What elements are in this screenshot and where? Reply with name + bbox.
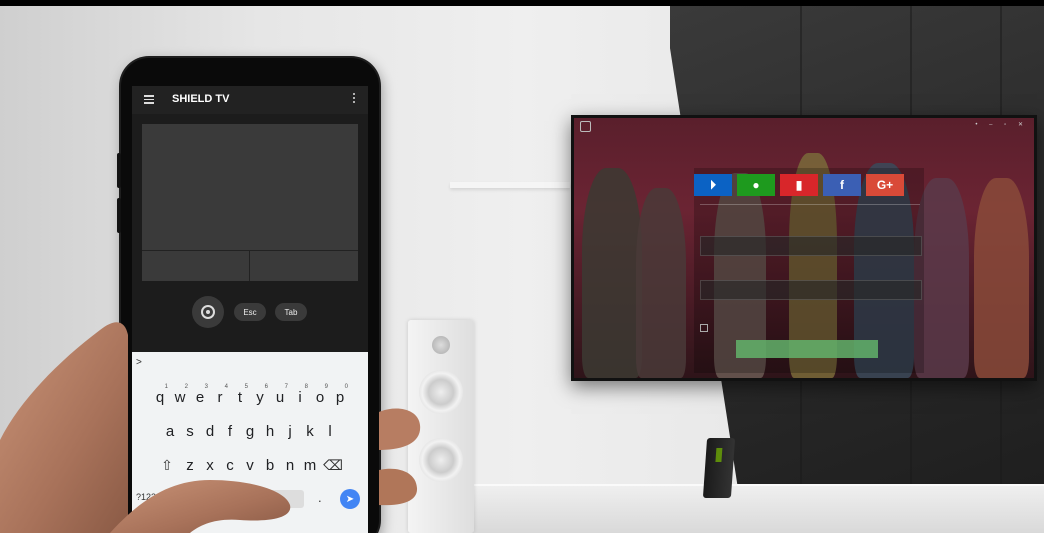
- divider: [700, 204, 920, 205]
- key-d[interactable]: d: [200, 420, 220, 442]
- shift-icon[interactable]: ⇧: [154, 454, 180, 476]
- keyboard-row-3: ⇧ z x c v b n m ⌫: [132, 454, 368, 476]
- phone-screen: SHIELD TV Esc Tab > q1 w2 e3 r 4 t 5 y 6…: [132, 86, 368, 533]
- volume-button: [117, 153, 121, 188]
- social-login-row: ⏵ ● ▮ f G+: [694, 174, 904, 196]
- username-field[interactable]: [700, 236, 922, 256]
- key-k[interactable]: k: [300, 420, 320, 442]
- key-c[interactable]: c: [220, 454, 240, 476]
- key-x[interactable]: x: [200, 454, 220, 476]
- keyboard-bottom-row: ?123 @ . ➤: [132, 488, 368, 514]
- window-controls-icon: • – ▫ ✕: [975, 122, 1028, 128]
- facebook-login-button[interactable]: f: [823, 174, 861, 196]
- app-bar: SHIELD TV: [132, 86, 368, 114]
- touchpad-left-click[interactable]: [142, 250, 250, 281]
- wall-shelf: [450, 182, 570, 188]
- game-character: [636, 188, 686, 378]
- key-h[interactable]: h: [260, 420, 280, 442]
- key-a[interactable]: a: [160, 420, 180, 442]
- speaker-woofer: [419, 438, 463, 482]
- speaker: [408, 320, 474, 533]
- tab-button[interactable]: Tab: [275, 303, 307, 321]
- on-screen-keyboard: > q1 w2 e3 r4 t5 y6 u7 i8 o9 p0 a s d f …: [132, 352, 368, 533]
- key-p[interactable]: p0: [330, 384, 350, 408]
- shield-led: [715, 448, 723, 462]
- keyboard-row-2: a s d f g h j k l: [132, 420, 368, 442]
- suggestion-chevron-icon[interactable]: >: [136, 357, 142, 368]
- key-r[interactable]: r4: [210, 384, 230, 408]
- touchpad[interactable]: [142, 124, 358, 281]
- living-room-scene: • – ▫ ✕ ⏵ ● ▮ f G+ SHIELD TV Esc Tab > q…: [0, 0, 1044, 533]
- more-options-icon[interactable]: [353, 93, 356, 105]
- google-plus-login-button[interactable]: G+: [866, 174, 904, 196]
- app-title: SHIELD TV: [172, 93, 230, 105]
- key-z[interactable]: z: [180, 454, 200, 476]
- key-g[interactable]: g: [240, 420, 260, 442]
- control-row: Esc Tab: [132, 296, 368, 328]
- power-button: [117, 198, 121, 233]
- speaker-tweeter: [432, 336, 450, 354]
- key-m[interactable]: m: [300, 454, 320, 476]
- hamburger-menu-icon[interactable]: [144, 95, 154, 104]
- space-key[interactable]: [220, 490, 304, 508]
- game-character: [582, 168, 642, 378]
- tv-screen: • – ▫ ✕ ⏵ ● ▮ f G+: [574, 118, 1034, 378]
- key-o[interactable]: o9: [310, 384, 330, 408]
- key-b[interactable]: b: [260, 454, 280, 476]
- keyboard-row-1: q1 w2 e3 r4 t5 y6 u7 i8 o9 p0: [132, 384, 368, 408]
- at-key[interactable]: @: [172, 490, 184, 504]
- symbols-key[interactable]: ?123: [136, 492, 156, 502]
- period-key[interactable]: .: [318, 490, 322, 505]
- tv-window-bar: • – ▫ ✕: [574, 118, 1034, 132]
- key-l[interactable]: l: [320, 420, 340, 442]
- sign-in-button[interactable]: [736, 340, 878, 358]
- media-console: [470, 486, 1044, 533]
- television: • – ▫ ✕ ⏵ ● ▮ f G+: [571, 115, 1037, 381]
- send-icon[interactable]: ➤: [340, 489, 360, 509]
- key-u[interactable]: u7: [270, 384, 290, 408]
- remember-checkbox[interactable]: [700, 324, 708, 332]
- esc-button[interactable]: Esc: [234, 303, 266, 321]
- app-icon: [580, 121, 591, 132]
- key-v[interactable]: v: [240, 454, 260, 476]
- xbox-login-button[interactable]: ●: [737, 174, 775, 196]
- game-character: [974, 178, 1029, 378]
- key-n[interactable]: n: [280, 454, 300, 476]
- gamepad-button[interactable]: [192, 296, 224, 328]
- key-y[interactable]: y6: [250, 384, 270, 408]
- touchpad-right-click[interactable]: [250, 250, 358, 281]
- phone: SHIELD TV Esc Tab > q1 w2 e3 r 4 t 5 y 6…: [117, 58, 379, 533]
- palm: [0, 322, 128, 533]
- key-w[interactable]: w2: [170, 384, 190, 408]
- key-q[interactable]: q1: [150, 384, 170, 408]
- key-f[interactable]: f: [220, 420, 240, 442]
- gamepad-icon: [201, 305, 215, 319]
- key-t[interactable]: t5: [230, 384, 250, 408]
- key-e[interactable]: e3: [190, 384, 210, 408]
- key-j[interactable]: j: [280, 420, 300, 442]
- password-field[interactable]: [700, 280, 922, 300]
- shield-tv-device: [702, 438, 736, 498]
- key-s[interactable]: s: [180, 420, 200, 442]
- key-i[interactable]: i8: [290, 384, 310, 408]
- top-border: [0, 0, 1044, 6]
- playstation-login-button[interactable]: ⏵: [694, 174, 732, 196]
- speaker-woofer: [419, 370, 463, 414]
- backspace-icon[interactable]: ⌫: [320, 454, 346, 476]
- nintendo-login-button[interactable]: ▮: [780, 174, 818, 196]
